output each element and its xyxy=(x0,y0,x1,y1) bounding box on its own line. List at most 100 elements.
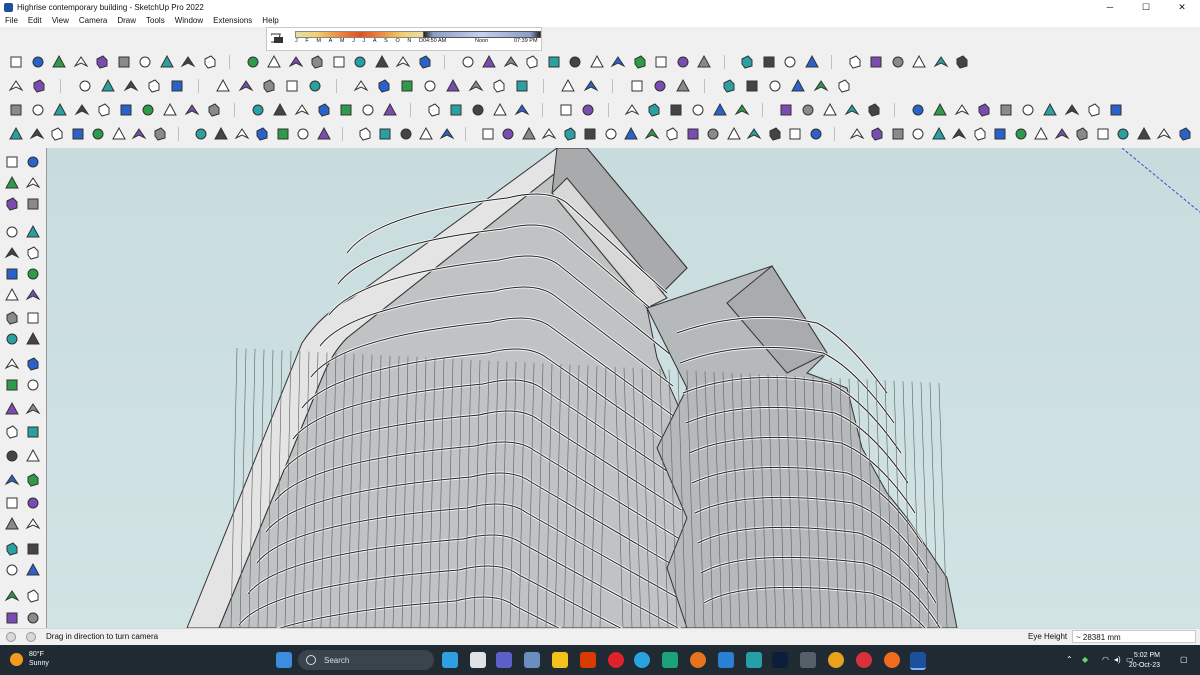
tool-icon[interactable] xyxy=(234,126,250,142)
tool-icon[interactable] xyxy=(804,54,820,70)
tool-icon[interactable] xyxy=(445,78,461,94)
tool-icon[interactable] xyxy=(1115,126,1131,142)
tool-icon[interactable] xyxy=(808,126,824,142)
tool-icon[interactable] xyxy=(721,78,737,94)
tool-icon[interactable] xyxy=(25,541,41,557)
tool-icon[interactable] xyxy=(4,224,20,240)
tool-icon[interactable] xyxy=(25,448,41,464)
tool-icon[interactable] xyxy=(685,126,701,142)
tool-icon[interactable] xyxy=(439,126,455,142)
tool-icon[interactable] xyxy=(307,78,323,94)
tool-icon[interactable] xyxy=(562,126,578,142)
tool-icon[interactable] xyxy=(146,78,162,94)
tool-icon[interactable] xyxy=(284,78,300,94)
tool-icon[interactable] xyxy=(422,78,438,94)
tool-icon[interactable] xyxy=(734,102,750,118)
tool-icon[interactable] xyxy=(868,54,884,70)
tool-icon[interactable] xyxy=(25,310,41,326)
tool-icon[interactable] xyxy=(629,78,645,94)
weather-widget[interactable]: 80°F Sunny xyxy=(10,650,49,668)
tool-icon[interactable] xyxy=(25,562,41,578)
tool-icon[interactable] xyxy=(866,102,882,118)
tool-icon[interactable] xyxy=(288,54,304,70)
time-slider[interactable] xyxy=(423,31,541,38)
maximize-button[interactable]: ☐ xyxy=(1128,0,1164,14)
tool-icon[interactable] xyxy=(31,78,47,94)
tool-icon[interactable] xyxy=(123,78,139,94)
file-explorer-icon[interactable] xyxy=(552,652,568,668)
tool-icon[interactable] xyxy=(202,54,218,70)
opera-icon[interactable] xyxy=(608,652,624,668)
tool-icon[interactable] xyxy=(29,126,45,142)
model-viewport[interactable] xyxy=(46,148,1200,628)
tool-icon[interactable] xyxy=(49,126,65,142)
tool-icon[interactable] xyxy=(4,610,20,626)
windows-start-icon[interactable] xyxy=(276,652,292,668)
clock[interactable]: 5:02 PM 20-Oct-23 xyxy=(1129,651,1160,671)
tool-icon[interactable] xyxy=(25,610,41,626)
tool-icon[interactable] xyxy=(778,102,794,118)
tool-icon[interactable] xyxy=(514,78,530,94)
tool-icon[interactable] xyxy=(1136,126,1152,142)
tool-icon[interactable] xyxy=(690,102,706,118)
copilot-icon[interactable] xyxy=(442,652,458,668)
tool-icon[interactable] xyxy=(951,126,967,142)
tool-icon[interactable] xyxy=(767,126,783,142)
tool-icon[interactable] xyxy=(215,78,231,94)
tool-icon[interactable] xyxy=(25,377,41,393)
tool-icon[interactable] xyxy=(52,102,68,118)
menu-extensions[interactable]: Extensions xyxy=(208,16,257,25)
tool-icon[interactable] xyxy=(813,78,829,94)
photoshop-icon[interactable] xyxy=(772,652,788,668)
tool-icon[interactable] xyxy=(140,102,156,118)
tool-icon[interactable] xyxy=(131,126,147,142)
tool-icon[interactable] xyxy=(4,424,20,440)
tool-icon[interactable] xyxy=(309,54,325,70)
tool-icon[interactable] xyxy=(580,102,596,118)
tool-icon[interactable] xyxy=(836,78,852,94)
task-view-icon[interactable] xyxy=(470,652,486,668)
tool-icon[interactable] xyxy=(744,78,760,94)
tool-icon[interactable] xyxy=(377,126,393,142)
tool-icon[interactable] xyxy=(500,126,516,142)
tool-icon[interactable] xyxy=(567,54,583,70)
tool-icon[interactable] xyxy=(1108,102,1124,118)
tool-icon[interactable] xyxy=(932,102,948,118)
pinterest-icon[interactable] xyxy=(856,652,872,668)
menu-edit[interactable]: Edit xyxy=(23,16,47,25)
tool-icon[interactable] xyxy=(954,102,970,118)
tool-icon[interactable] xyxy=(514,102,530,118)
tool-icon[interactable] xyxy=(376,78,392,94)
tray-app-icon[interactable]: ◆ xyxy=(1082,655,1088,664)
tool-icon[interactable] xyxy=(70,126,86,142)
tool-icon[interactable] xyxy=(560,78,576,94)
tool-icon[interactable] xyxy=(180,54,196,70)
tool-icon[interactable] xyxy=(250,102,266,118)
tool-icon[interactable] xyxy=(1033,126,1049,142)
menu-window[interactable]: Window xyxy=(170,16,208,25)
tool-icon[interactable] xyxy=(696,54,712,70)
tool-icon[interactable] xyxy=(910,102,926,118)
tool-icon[interactable] xyxy=(4,331,20,347)
tool-icon[interactable] xyxy=(338,102,354,118)
tool-icon[interactable] xyxy=(844,102,860,118)
info-icon[interactable] xyxy=(26,632,36,642)
tool-icon[interactable] xyxy=(25,266,41,282)
tool-icon[interactable] xyxy=(746,126,762,142)
tool-icon[interactable] xyxy=(272,102,288,118)
menu-tools[interactable]: Tools xyxy=(141,16,170,25)
tool-icon[interactable] xyxy=(25,424,41,440)
app-icon[interactable] xyxy=(800,652,816,668)
tool-icon[interactable] xyxy=(503,54,519,70)
tool-icon[interactable] xyxy=(998,102,1014,118)
tool-icon[interactable] xyxy=(111,126,127,142)
sketchup-taskbar-icon[interactable] xyxy=(910,652,926,670)
chevron-up-icon[interactable]: ⌃ xyxy=(1066,655,1073,664)
tool-icon[interactable] xyxy=(790,78,806,94)
tool-icon[interactable] xyxy=(4,175,20,191)
tool-icon[interactable] xyxy=(933,54,949,70)
tool-icon[interactable] xyxy=(675,54,691,70)
tool-icon[interactable] xyxy=(74,102,90,118)
tool-icon[interactable] xyxy=(100,78,116,94)
tool-icon[interactable] xyxy=(331,54,347,70)
